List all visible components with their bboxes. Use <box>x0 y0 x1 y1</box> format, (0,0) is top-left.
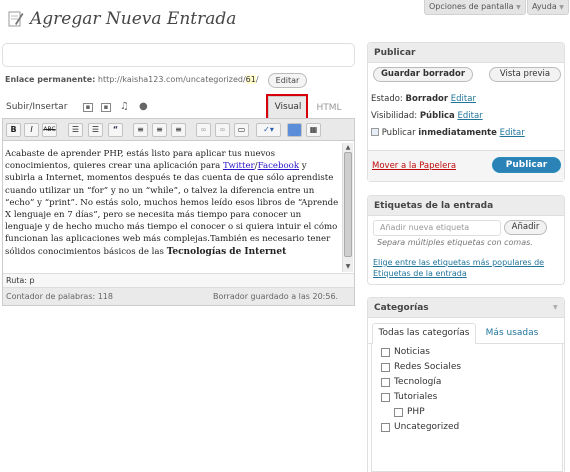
blockquote-icon[interactable]: “ <box>108 123 123 137</box>
more-tag-icon[interactable]: ▭ <box>234 123 249 137</box>
tags-box-title: Etiquetas de la entrada <box>368 196 564 216</box>
align-left-icon[interactable]: ≡ <box>133 123 148 137</box>
permalink: Enlace permanente: http://kaisha123.com/… <box>5 74 259 86</box>
content-bold: Tecnologías de Internet <box>166 246 287 257</box>
editor-statusbar: Contador de palabras: 118 Borrador guard… <box>3 287 354 305</box>
italic-icon[interactable]: I <box>24 123 39 137</box>
move-to-trash-link[interactable]: Mover a la Papelera <box>372 161 456 171</box>
edit-publish-time-link[interactable]: Editar <box>500 128 525 138</box>
scroll-up-icon[interactable]: ▲ <box>343 144 353 152</box>
category-checkbox[interactable] <box>381 348 390 357</box>
permalink-url: http://kaisha123.com/uncategorized/ <box>97 75 246 84</box>
add-video-icon[interactable]: ▪ <box>101 103 111 112</box>
new-tag-input[interactable]: Añadir nueva etiqueta <box>373 220 501 236</box>
calendar-icon <box>371 128 379 136</box>
twitter-link[interactable]: Twitter <box>223 161 255 171</box>
edit-status-link[interactable]: Editar <box>451 94 476 104</box>
category-label: Redes Sociales <box>394 362 462 372</box>
preview-button[interactable]: Vista previa <box>489 67 561 82</box>
category-label: Tutoriales <box>394 392 438 402</box>
category-checkbox[interactable] <box>381 423 390 432</box>
unlink-icon[interactable]: ∞ <box>215 123 230 137</box>
strikethrough-icon[interactable]: ABC <box>42 123 57 137</box>
category-label: PHP <box>407 407 425 417</box>
collapse-arrow-icon[interactable]: ▼ <box>553 304 558 311</box>
chevron-down-icon: ▼ <box>559 4 564 11</box>
fullscreen-icon[interactable] <box>287 123 302 137</box>
align-center-icon[interactable]: ≡ <box>152 123 167 137</box>
screen-options-label: Opciones de pantalla <box>429 2 514 11</box>
status-label: Estado: <box>371 94 403 104</box>
word-count: Contador de palabras: 118 <box>6 292 113 301</box>
bold-icon[interactable]: B <box>6 123 21 137</box>
status-row: Estado: Borrador Editar <box>371 94 476 104</box>
tags-hint: Separa múltiples etiquetas con comas. <box>377 238 533 247</box>
edit-permalink-button[interactable]: Editar <box>268 73 307 88</box>
post-content-area[interactable]: Acabaste de aprender PHP, estás listo pa… <box>5 148 339 272</box>
screen-options-button[interactable]: Opciones de pantalla ▼ <box>424 0 526 15</box>
edit-visibility-link[interactable]: Editar <box>458 111 483 121</box>
editor-path: Ruta: p <box>3 273 354 287</box>
publish-time-value: inmediatamente <box>418 128 497 138</box>
page-title: Agregar Nueva Entrada <box>30 9 237 29</box>
visibility-row: Visibilidad: Pública Editar <box>371 111 483 121</box>
permalink-slug[interactable]: 61 <box>245 75 256 84</box>
numbered-list-icon[interactable]: ☰ <box>88 123 103 137</box>
popular-tags-link[interactable]: Elige entre las etiquetas más populares … <box>373 257 559 279</box>
upload-insert-label: Subir/Insertar <box>6 102 68 112</box>
permalink-label: Enlace permanente: <box>5 75 96 84</box>
scroll-down-icon[interactable]: ▼ <box>343 263 353 271</box>
visibility-value: Pública <box>419 111 455 121</box>
category-label: Noticias <box>394 347 430 357</box>
category-checkbox[interactable] <box>381 393 390 402</box>
content-text-2: y subirla a Internet, momentos después t… <box>5 161 339 257</box>
tab-all-categories[interactable]: Todas las categorías <box>372 323 476 344</box>
status-value: Borrador <box>405 94 449 104</box>
scrollbar-thumb[interactable] <box>344 152 352 257</box>
publish-box-title: Publicar <box>368 43 564 63</box>
align-right-icon[interactable]: ≡ <box>171 123 186 137</box>
category-label: Tecnología <box>394 377 442 387</box>
bullet-list-icon[interactable]: ☰ <box>68 123 83 137</box>
help-label: Ayuda <box>532 2 557 11</box>
link-icon[interactable]: ∞ <box>196 123 211 137</box>
add-audio-icon[interactable]: ♫ <box>120 101 129 112</box>
post-title-input[interactable] <box>2 43 355 67</box>
category-label: Uncategorized <box>394 422 460 432</box>
spellcheck-icon[interactable]: ✓▾ <box>256 123 281 137</box>
visibility-label: Visibilidad: <box>371 111 418 121</box>
category-checkbox[interactable] <box>381 363 390 372</box>
publish-time-row: Publicar inmediatamente Editar <box>371 128 525 138</box>
tab-html[interactable]: HTML <box>311 98 347 118</box>
tab-popular-categories[interactable]: Más usadas <box>480 324 544 344</box>
kitchen-sink-icon[interactable]: ▦ <box>306 123 321 137</box>
category-checkbox[interactable] <box>394 408 403 417</box>
add-image-icon[interactable]: ▪ <box>83 103 93 112</box>
category-checkbox[interactable] <box>381 378 390 387</box>
add-tag-button[interactable]: Añadir <box>504 220 547 235</box>
edit-post-icon <box>8 11 24 27</box>
publish-time-label: Publicar <box>381 128 416 138</box>
facebook-link[interactable]: Facebook <box>258 161 299 171</box>
publish-button[interactable]: Publicar <box>492 157 561 173</box>
add-media-icon[interactable]: ● <box>139 101 148 112</box>
visual-tab-highlight <box>266 94 308 121</box>
save-draft-button[interactable]: Guardar borrador <box>373 67 473 82</box>
permalink-url-end: / <box>255 75 259 84</box>
categories-box-title: Categorías <box>368 298 564 318</box>
help-button[interactable]: Ayuda ▼ <box>527 0 569 15</box>
draft-saved-status: Borrador guardado a las 20:56. <box>213 292 339 301</box>
chevron-down-icon: ▼ <box>516 4 521 11</box>
